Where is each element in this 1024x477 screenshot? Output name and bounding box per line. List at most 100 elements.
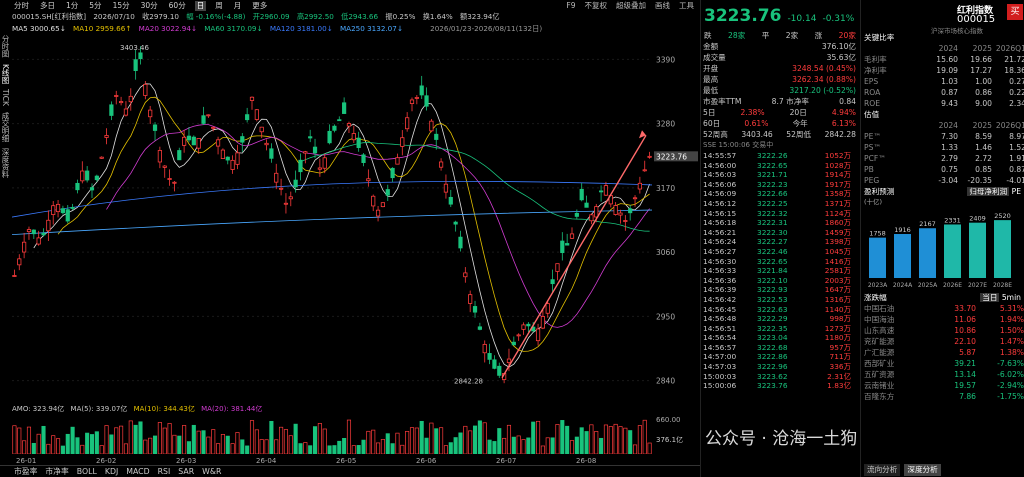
- trade-row[interactable]: 14:56:12 3222.25 1371万: [701, 199, 860, 209]
- tab-rsi[interactable]: RSI: [158, 467, 171, 476]
- volume-bar: [540, 445, 545, 454]
- trade-row[interactable]: 14:56:39 3222.93 1647万: [701, 285, 860, 295]
- trade-row[interactable]: 14:57:03 3222.96 336万: [701, 362, 860, 372]
- flow-analysis-tab[interactable]: 流向分析: [864, 464, 901, 476]
- tab-fenshi[interactable]: 分时: [12, 1, 31, 11]
- trade-row[interactable]: 15:00:06 3223.76 1.83亿: [701, 381, 860, 391]
- tab-week[interactable]: 周: [213, 1, 225, 11]
- mover-row[interactable]: 山东高速 10.86 1.50%: [861, 325, 1024, 336]
- trade-row[interactable]: 14:56:42 3222.53 1316万: [701, 295, 860, 305]
- tab-month[interactable]: 月: [232, 1, 244, 11]
- volume-bar: [414, 427, 419, 454]
- val-row: PB 0.75 0.85 0.87: [861, 164, 1024, 175]
- volume-bar: [293, 423, 298, 454]
- trade-row[interactable]: 14:56:27 3222.46 1045万: [701, 247, 860, 257]
- trade-row[interactable]: 14:56:24 3222.27 1398万: [701, 237, 860, 247]
- trade-row[interactable]: 14:56:54 3223.04 1180万: [701, 333, 860, 343]
- trade-row[interactable]: 14:56:09 3222.66 1358万: [701, 189, 860, 199]
- movers-tab-5min[interactable]: 5min: [1002, 293, 1021, 302]
- trade-price: 3223.76: [757, 381, 788, 391]
- tab-sar[interactable]: SAR: [178, 467, 194, 476]
- profit-tab-net[interactable]: 归母净利润: [967, 187, 1010, 196]
- side-tab-fenshi[interactable]: 分时图: [1, 35, 10, 58]
- trade-row[interactable]: 14:56:36 3222.10 2003万: [701, 276, 860, 286]
- volume-bar: [555, 424, 560, 454]
- side-tab-detail[interactable]: 成交明细: [1, 112, 10, 142]
- trade-list[interactable]: 14:55:57 3222.26 1052万 14:56:00 3222.65 1028万…: [701, 151, 860, 391]
- trade-row[interactable]: 14:56:00 3222.65 1028万: [701, 161, 860, 171]
- mover-row[interactable]: 兖矿能源 22.10 1.47%: [861, 336, 1024, 347]
- side-tab-kline[interactable]: K线图: [1, 64, 10, 84]
- mover-row[interactable]: 百隆东方 7.86 -1.75%: [861, 391, 1024, 402]
- tab-1min[interactable]: 1分: [64, 1, 80, 11]
- tab-boll[interactable]: BOLL: [77, 467, 97, 476]
- x-tick-label: 26-04: [256, 457, 277, 465]
- trade-price: 3222.65: [757, 256, 788, 266]
- mover-row[interactable]: 西部矿业 39.21 -7.63%: [861, 358, 1024, 369]
- volume-bar: [22, 440, 27, 454]
- overlay-button[interactable]: 超级叠加: [616, 0, 646, 11]
- depth-analysis-tab[interactable]: 深度分析: [904, 464, 941, 476]
- mover-row[interactable]: 中国海油 11.06 1.94%: [861, 314, 1024, 325]
- f9-button[interactable]: F9: [566, 1, 575, 10]
- buy-button[interactable]: 买: [1007, 4, 1023, 20]
- tab-day[interactable]: 日: [194, 0, 207, 11]
- tab-30min[interactable]: 30分: [139, 1, 160, 11]
- tab-pb[interactable]: 市净率: [45, 466, 68, 477]
- mover-row[interactable]: 中国石油 33.70 5.31%: [861, 303, 1024, 314]
- volume-chart[interactable]: 660.00 376.1亿: [12, 414, 698, 454]
- volume-bar: [249, 420, 255, 454]
- mover-row[interactable]: 广汇能源 5.87 1.38%: [861, 347, 1024, 358]
- trade-row[interactable]: 14:56:33 3221.84 2581万: [701, 266, 860, 276]
- kline-chart[interactable]: 3390 3280 3170 3060 2950 2840 3403.46 2842.28 32…: [12, 36, 698, 404]
- volume-bar: [584, 431, 589, 454]
- trade-row[interactable]: 14:56:30 3222.65 1416万: [701, 257, 860, 267]
- trade-row[interactable]: 14:57:00 3222.86 711万: [701, 352, 860, 362]
- x-tick-label: 26-03: [176, 457, 196, 465]
- trade-row[interactable]: 14:56:03 3221.71 1914万: [701, 170, 860, 180]
- trade-row[interactable]: 14:56:18 3222.31 1860万: [701, 218, 860, 228]
- trade-row[interactable]: 14:56:45 3222.63 1140万: [701, 305, 860, 315]
- trade-row[interactable]: 14:56:15 3222.32 1124万: [701, 209, 860, 219]
- volume-bar: [279, 426, 284, 454]
- movers-tab-day[interactable]: 当日: [980, 293, 1000, 302]
- profit-bar-label: 2331: [944, 216, 961, 224]
- profit-tab-pe[interactable]: PE: [1012, 187, 1021, 196]
- volume-bar: [94, 431, 99, 454]
- tab-more[interactable]: 更多: [250, 1, 269, 11]
- tab-60min[interactable]: 60分: [167, 1, 188, 11]
- draw-line-button[interactable]: 画线: [655, 0, 670, 11]
- movers-table[interactable]: 中国石油 33.70 5.31% 中国海油 11.06 1.94% 山东高速 10.86 1.5…: [861, 303, 1024, 402]
- tab-15min[interactable]: 15分: [111, 1, 132, 11]
- stat-value: 3248.54 (0.45%): [792, 64, 856, 73]
- side-tab-depth[interactable]: 深度资料: [1, 148, 10, 178]
- mover-row[interactable]: 五矿资源 13.14 -6.02%: [861, 369, 1024, 380]
- tab-pe[interactable]: 市盈率: [14, 466, 37, 477]
- trade-row[interactable]: 14:56:48 3222.29 998万: [701, 314, 860, 324]
- trade-row[interactable]: 14:55:57 3222.26 1052万: [701, 151, 860, 161]
- candle-body: [148, 109, 153, 118]
- trade-row[interactable]: 14:56:57 3222.68 957万: [701, 343, 860, 353]
- tools-button[interactable]: 工具: [679, 0, 694, 11]
- candle-body: [240, 136, 245, 143]
- trade-price: 3222.26: [757, 151, 788, 160]
- mover-row[interactable]: 云南锗业 19.57 -2.94%: [861, 380, 1024, 391]
- trade-price: 3222.96: [757, 362, 788, 372]
- volume-bar: [220, 434, 225, 454]
- tab-5min[interactable]: 5分: [87, 1, 103, 11]
- candle-body: [443, 183, 449, 193]
- tab-kdj[interactable]: KDJ: [105, 467, 118, 476]
- candle-body: [375, 209, 381, 217]
- tab-wr[interactable]: W&R: [202, 467, 221, 476]
- trade-row[interactable]: 14:56:21 3222.30 1459万: [701, 228, 860, 238]
- trade-row[interactable]: 15:00:03 3223.62 2.31亿: [701, 372, 860, 382]
- tab-multi-day[interactable]: 多日: [38, 1, 57, 11]
- val-cell: 2.72: [975, 154, 992, 163]
- tab-macd[interactable]: MACD: [126, 467, 149, 476]
- trade-row[interactable]: 14:56:06 3222.23 1917万: [701, 180, 860, 190]
- candle-body: [264, 142, 269, 146]
- side-tab-tick[interactable]: TICK: [1, 89, 10, 106]
- no-adjust-button[interactable]: 不复权: [585, 0, 608, 11]
- trade-row[interactable]: 14:56:51 3222.35 1273万: [701, 324, 860, 334]
- trade-volume: 1124万: [824, 208, 851, 218]
